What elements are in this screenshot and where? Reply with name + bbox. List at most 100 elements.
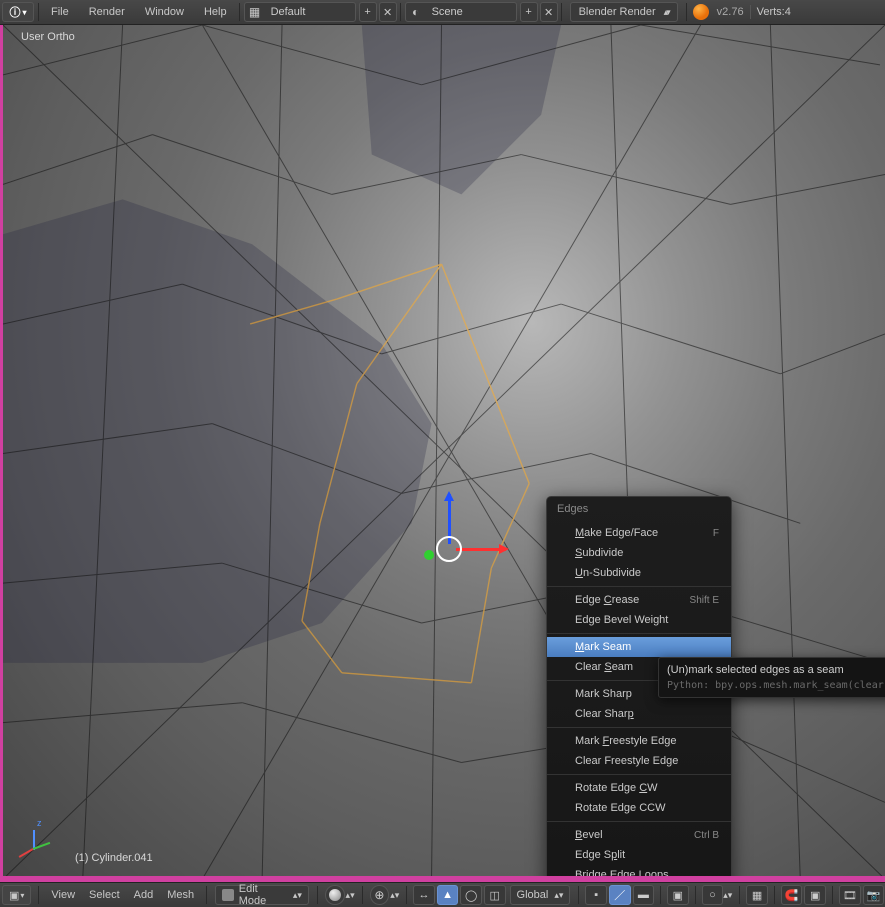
scene-icon: ◐ — [406, 5, 426, 19]
blender-logo-icon — [693, 4, 709, 20]
manipulator-toggle[interactable]: ↔ — [413, 885, 435, 905]
menu-help[interactable]: Help — [194, 6, 237, 18]
manipulator-translate[interactable]: ▲ — [437, 885, 459, 905]
menu-item-subdivide[interactable]: Subdivide — [547, 543, 731, 563]
separator — [686, 3, 687, 21]
gizmo-x-axis[interactable] — [456, 548, 506, 551]
menu-item-label: Clear Freestyle Edge — [575, 755, 678, 767]
menu-item-shortcut: Shift E — [690, 595, 719, 606]
updown-icon: ▴▾ — [293, 890, 302, 901]
separator — [38, 886, 39, 904]
remove-scene-button[interactable]: ✕ — [540, 2, 558, 22]
menu-item-shortcut: Ctrl B — [694, 830, 719, 841]
menu-item-edge-split[interactable]: Edge Split — [547, 845, 731, 865]
menu-item-label: Mark Seam — [575, 641, 631, 653]
menu-item-label: Un-Subdivide — [575, 567, 641, 579]
menu-item-un-subdivide[interactable]: Un-Subdivide — [547, 563, 731, 583]
updown-icon: ▴▾ — [346, 890, 355, 901]
menu-render[interactable]: Render — [79, 6, 135, 18]
menu-item-bridge-edge-loops[interactable]: Bridge Edge Loops — [547, 865, 731, 882]
menu-item-clear-freestyle-edge[interactable]: Clear Freestyle Edge — [547, 751, 731, 771]
updown-icon: ▴▾ — [664, 7, 669, 18]
remove-layout-button[interactable]: ✕ — [379, 2, 397, 22]
menu-item-bevel[interactable]: Bevel Ctrl B — [547, 825, 731, 845]
separator — [774, 886, 775, 904]
separator — [750, 5, 751, 19]
separator — [239, 3, 240, 21]
manipulator-rotate[interactable]: ◯ — [460, 885, 482, 905]
render-engine-selector[interactable]: Blender Render ▴▾ — [570, 2, 678, 22]
stats-verts: Verts:4 — [757, 6, 791, 18]
viewport-shading-selector[interactable] — [325, 885, 345, 905]
scene-selector[interactable]: ◐ Scene — [405, 2, 517, 22]
updown-icon: ▴▾ — [554, 890, 563, 901]
editor-type-info[interactable]: ⓘ▾ — [2, 2, 34, 22]
tooltip: (Un)mark selected edges as a seam Python… — [658, 657, 885, 698]
menu-item-clear-sharp[interactable]: Clear Sharp — [547, 704, 731, 724]
updown-icon: ▴▾ — [390, 890, 399, 901]
snap-toggle[interactable]: 🧲 — [781, 885, 803, 905]
menu-item-rotate-edge-cw[interactable]: Rotate Edge CW — [547, 778, 731, 798]
menu-mesh[interactable]: Mesh — [160, 889, 201, 901]
editor-type-3dview[interactable]: ▣▾ — [2, 885, 31, 905]
select-mode-face[interactable]: ▬ — [633, 885, 655, 905]
mode-selector[interactable]: Edit Mode ▴▾ — [215, 885, 309, 905]
menu-item-label: Bridge Edge Loops — [575, 869, 669, 881]
separator — [38, 3, 39, 21]
select-mode-vertex[interactable]: ▪ — [585, 885, 607, 905]
render-preview-button[interactable]: 🎞 — [839, 885, 861, 905]
gizmo-center-circle[interactable] — [436, 536, 462, 562]
pivot-selector[interactable]: ⊕ — [370, 885, 390, 905]
menu-item-label: Mark Sharp — [575, 688, 632, 700]
layout-grid-icon: ▦ — [245, 5, 265, 19]
transform-orientation-selector[interactable]: Global ▴▾ — [510, 885, 571, 905]
menu-item-label: Rotate Edge CW — [575, 782, 658, 794]
updown-icon: ▴▾ — [723, 890, 732, 901]
add-scene-button[interactable]: + — [520, 2, 538, 22]
snap-element-selector[interactable]: ▣ — [804, 885, 826, 905]
separator — [832, 886, 833, 904]
3d-viewport[interactable]: User Ortho (1) Cylinder.041 — [0, 25, 885, 882]
menu-select[interactable]: Select — [82, 889, 127, 901]
mode-label: Edit Mode — [239, 883, 287, 907]
tooltip-python: Python: bpy.ops.mesh.mark_seam(clear — [667, 680, 885, 691]
menu-item-label: Subdivide — [575, 547, 623, 559]
gizmo-y-axis[interactable] — [424, 550, 434, 560]
menu-separator — [547, 633, 731, 634]
menu-separator — [547, 821, 731, 822]
menu-item-shortcut: F — [713, 528, 719, 539]
menu-item-rotate-edge-ccw[interactable]: Rotate Edge CCW — [547, 798, 731, 818]
menu-file[interactable]: File — [41, 6, 79, 18]
separator — [317, 886, 318, 904]
menu-item-make-edge-face[interactable]: Make Edge/FaceF — [547, 523, 731, 543]
menu-item-label: Edge Crease — [575, 594, 639, 606]
layers-button-1[interactable]: ▦ — [746, 885, 768, 905]
manipulator-scale[interactable]: ◫ — [484, 885, 506, 905]
menu-item-label: Mark Freestyle Edge — [575, 735, 677, 747]
render-anim-button[interactable]: 📷 — [863, 885, 885, 905]
separator — [695, 886, 696, 904]
proportional-edit-selector[interactable]: ○ — [702, 885, 724, 905]
menu-window[interactable]: Window — [135, 6, 194, 18]
add-layout-button[interactable]: + — [359, 2, 377, 22]
separator — [362, 886, 363, 904]
axis-orientation-widget: z — [23, 822, 59, 858]
menu-item-mark-freestyle-edge[interactable]: Mark Freestyle Edge — [547, 731, 731, 751]
screen-layout-name: Default — [265, 6, 355, 18]
separator — [406, 886, 407, 904]
edit-mode-icon — [222, 889, 234, 901]
menu-item-label: Edge Bevel Weight — [575, 614, 668, 626]
menu-item-edge-crease[interactable]: Edge Crease Shift E — [547, 590, 731, 610]
screen-layout-selector[interactable]: ▦ Default — [244, 2, 356, 22]
menu-item-label: Clear Sharp — [575, 708, 634, 720]
limit-selection-toggle[interactable]: ▣ — [667, 885, 689, 905]
menu-item-edge-bevel-weight[interactable]: Edge Bevel Weight — [547, 610, 731, 630]
menu-item-mark-seam[interactable]: Mark Seam — [547, 637, 731, 657]
select-mode-edge[interactable]: ／ — [609, 885, 631, 905]
transform-gizmo[interactable] — [428, 520, 488, 580]
separator — [739, 886, 740, 904]
menu-add[interactable]: Add — [127, 889, 161, 901]
menu-item-label: Bevel — [575, 829, 603, 841]
menu-view[interactable]: View — [44, 889, 82, 901]
separator — [660, 886, 661, 904]
